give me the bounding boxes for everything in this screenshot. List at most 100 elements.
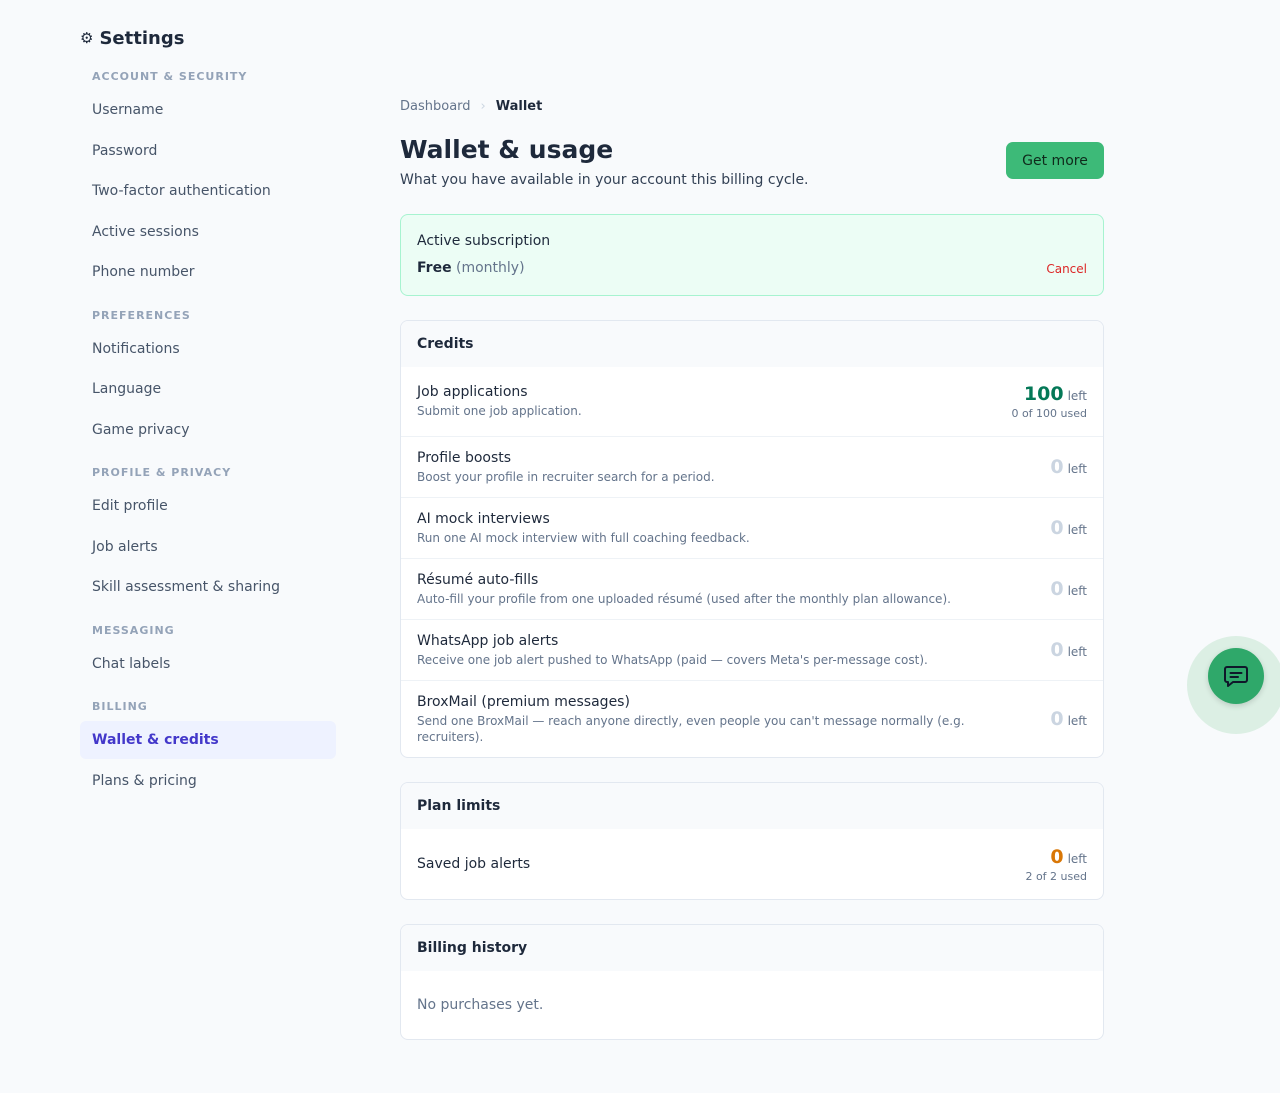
breadcrumb-current: Wallet [495,98,543,114]
breadcrumb: Dashboard › Wallet [400,98,1104,114]
quantity-left-value: 100 [1023,383,1064,405]
row-desc: Auto-fill your profile from one uploaded… [417,591,951,606]
sidebar-item-game-privacy[interactable]: Game privacy [80,411,336,449]
sidebar-item-password[interactable]: Password [80,132,336,170]
sidebar-item-wallet-credits[interactable]: Wallet & credits [80,721,336,759]
row-name: Job applications [417,384,528,400]
credit-row-r-sum-auto-fills: Résumé auto-fills Auto-fill your profile … [401,558,1103,619]
sidebar-item-skill-assessment-sharing[interactable]: Skill assessment & sharing [80,568,336,606]
settings-title-text: Settings [99,27,185,49]
sidebar-item-username[interactable]: Username [80,91,336,129]
chevron-right-icon: › [480,98,486,114]
sidebar-section-account-security: ACCOUNT & SECURITY [92,70,248,83]
row-desc: Send one BroxMail — reach anyone directl… [417,713,965,744]
quantity-left-value: 0 [1050,578,1064,600]
billing-history-empty: No purchases yet. [417,997,544,1013]
sidebar-item-notifications[interactable]: Notifications [80,330,336,368]
quantity-unit: left [1067,523,1087,537]
billing-history-card: Billing history No purchases yet. [400,924,1104,1040]
row-quantity: 100 left 0 of 100 used [1011,383,1087,420]
sidebar-item-two-factor-authentication[interactable]: Two-factor authentication [80,172,336,210]
quantity-line: 0 left [1050,578,1087,600]
row-name: WhatsApp job alerts [417,632,559,649]
row-quantity: 0 left 2 of 2 used [1025,846,1087,883]
row-name: Résumé auto-fills [417,571,539,588]
credit-row-job-applications: Job applications Submit one job applicati… [401,367,1103,436]
plan-period: (monthly) [456,260,525,276]
credits-title: Credits [401,321,1103,367]
row-quantity: 0 left [1050,578,1087,600]
quantity-line: 0 left [1050,639,1087,661]
sidebar-sections: ACCOUNT & SECURITY Username Password Two-fa… [80,70,336,800]
row-desc: Run one AI mock interview with full coac… [417,530,750,545]
sidebar-item-language[interactable]: Language [80,370,336,408]
plan-name: Free [417,260,452,276]
sidebar-item-job-alerts[interactable]: Job alerts [80,528,336,566]
quantity-unit: left [1067,851,1087,866]
row-text: AI mock interviews Run one AI mock interv… [417,511,750,546]
row-name: Profile boosts [417,449,512,466]
sidebar-item-chat-labels[interactable]: Chat labels [80,645,336,683]
row-text: Saved job alerts [417,856,530,872]
plan-limits-title: Plan limits [401,783,1103,829]
settings-title: ⚙ Settings [80,26,336,50]
cancel-subscription-link[interactable]: Cancel [1046,262,1087,276]
plan-limits-list: Saved job alerts 0 left 2 of 2 used [401,829,1103,899]
credit-row-profile-boosts: Profile boosts Boost your profile in recr… [401,436,1103,497]
row-desc: Submit one job application. [417,404,582,418]
quantity-unit: left [1067,645,1087,659]
quantity-unit: left [1067,462,1087,476]
row-quantity: 0 left [1050,639,1087,661]
sidebar-item-active-sessions[interactable]: Active sessions [80,213,336,251]
chat-bubble-icon [1224,666,1248,687]
row-quantity: 0 left [1050,517,1087,539]
sidebar-section-messaging: MESSAGING [92,623,175,637]
row-text: Job applications Submit one job applicati… [417,384,582,419]
credit-row-saved-job-alerts: Saved job alerts 0 left 2 of 2 used [401,829,1103,899]
page-header: Wallet & usage What you have available i… [400,134,1104,188]
sidebar-item-phone-number[interactable]: Phone number [80,253,336,291]
quantity-left-value: 0 [1050,845,1064,868]
sidebar-item-edit-profile[interactable]: Edit profile [80,487,336,525]
plan-limits-card: Plan limits Saved job alerts 0 left 2 of 2 … [400,782,1104,900]
main-content: Dashboard › Wallet Wallet & usage What y… [400,98,1104,1040]
row-desc: Receive one job alert pushed to WhatsApp… [417,652,928,667]
quantity-used: 2 of 2 used [1025,869,1087,883]
subscription-label: Active subscription [417,233,551,249]
billing-history-title: Billing history [401,925,1103,971]
row-desc: Boost your profile in recruiter search f… [417,469,715,484]
row-quantity: 0 left [1050,456,1087,478]
row-text: Résumé auto-fills Auto-fill your profile … [417,572,951,607]
row-text: WhatsApp job alerts Receive one job alert… [417,633,928,668]
breadcrumb-dashboard[interactable]: Dashboard [400,99,471,114]
quantity-left-value: 0 [1050,639,1064,661]
row-text: Profile boosts Boost your profile in recr… [417,450,715,485]
row-name: AI mock interviews [417,510,550,527]
credits-list: Job applications Submit one job applicati… [401,367,1103,757]
quantity-unit: left [1067,389,1087,403]
chat-fab-button[interactable] [1208,648,1264,704]
quantity-left-value: 0 [1050,517,1064,539]
page-title: Wallet & usage [400,135,614,164]
row-quantity: 0 left [1050,708,1087,730]
gear-icon: ⚙ [80,29,94,47]
row-text: BroxMail (premium messages) Send one Brox… [417,694,977,745]
row-name: Saved job alerts [417,856,531,872]
get-more-button[interactable]: Get more [1006,142,1104,179]
quantity-line: 0 left [1050,456,1087,478]
sidebar-section-billing: BILLING [92,700,148,713]
settings-sidebar: ⚙ Settings ACCOUNT & SECURITY Username Pas… [80,26,336,802]
sidebar-section-profile-privacy: PROFILE & PRIVACY [92,466,232,479]
credit-row-ai-mock-interviews: AI mock interviews Run one AI mock interv… [401,497,1103,558]
credit-row-whatsapp-job-alerts: WhatsApp job alerts Receive one job alert… [401,619,1103,680]
quantity-line: 100 left [1011,383,1087,405]
quantity-left-value: 0 [1050,456,1064,478]
quantity-line: 0 left [1050,517,1087,539]
credit-row-broxmail-premium-messages: BroxMail (premium messages) Send one Brox… [401,680,1103,757]
quantity-line: 0 left [1050,708,1087,730]
sidebar-item-plans-pricing[interactable]: Plans & pricing [80,762,336,800]
